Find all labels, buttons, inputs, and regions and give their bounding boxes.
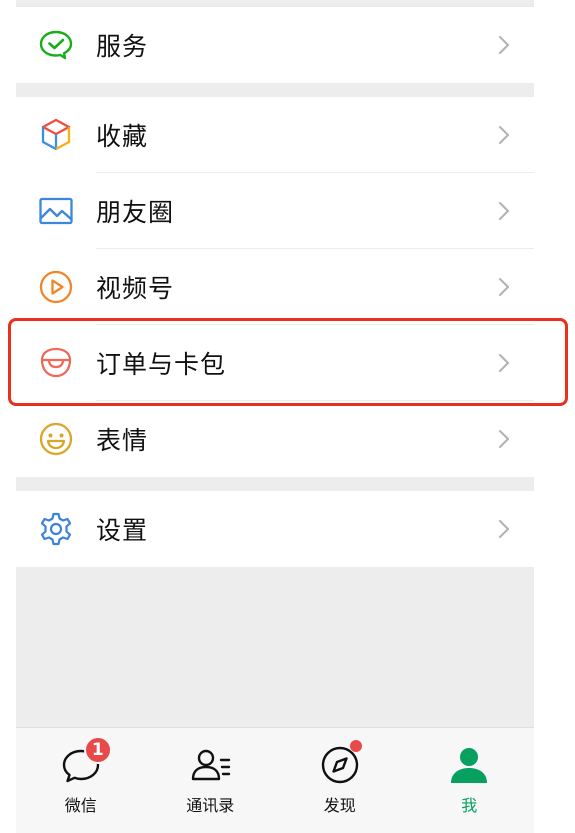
new-content-dot bbox=[349, 740, 362, 752]
me-person-icon bbox=[446, 742, 492, 788]
tab-me[interactable]: 我 bbox=[405, 728, 535, 824]
tab-contacts[interactable]: 通讯录 bbox=[146, 728, 276, 824]
unread-badge: 1 bbox=[83, 736, 112, 764]
menu-item-label: 服务 bbox=[96, 32, 149, 61]
menu-group-main: 收藏 朋友圈 视频号 订单与卡包 表情 bbox=[16, 97, 534, 477]
tab-chats[interactable]: 1 微信 bbox=[16, 728, 146, 824]
menu-item-label: 表情 bbox=[96, 426, 149, 455]
sticker-smile-icon bbox=[38, 421, 74, 457]
bottom-tab-bar: 1 微信 通讯录 发现 我 bbox=[16, 727, 534, 824]
menu-item-label: 朋友圈 bbox=[96, 198, 175, 227]
me-page: 服务 收藏 朋友圈 视频号 订单与卡包 表情 设置 1 微信 通讯录 发现 我 bbox=[16, 0, 534, 833]
chevron-right-icon bbox=[499, 202, 509, 220]
home-indicator-area bbox=[16, 823, 534, 833]
chevron-right-icon bbox=[499, 430, 509, 448]
chevron-right-icon bbox=[499, 354, 509, 372]
discover-compass-icon bbox=[317, 740, 363, 788]
menu-item-label: 设置 bbox=[96, 516, 149, 545]
orders-cards-icon bbox=[38, 345, 74, 381]
menu-item-moments[interactable]: 朋友圈 bbox=[16, 173, 534, 249]
menu-item-services[interactable]: 服务 bbox=[16, 7, 534, 83]
tab-label: 发现 bbox=[323, 796, 356, 815]
menu-item-label: 订单与卡包 bbox=[96, 350, 227, 379]
chevron-right-icon bbox=[499, 36, 509, 54]
moments-picture-icon bbox=[38, 193, 74, 229]
tab-label: 微信 bbox=[64, 796, 97, 815]
menu-item-label: 视频号 bbox=[96, 274, 175, 303]
menu-item-settings[interactable]: 设置 bbox=[16, 491, 534, 567]
tab-label: 我 bbox=[461, 796, 478, 815]
menu-item-orders-cards[interactable]: 订单与卡包 bbox=[16, 325, 534, 401]
chat-bubble-icon: 1 bbox=[58, 736, 112, 788]
chevron-right-icon bbox=[499, 520, 509, 538]
chevron-right-icon bbox=[499, 278, 509, 296]
menu-item-channels[interactable]: 视频号 bbox=[16, 249, 534, 325]
menu-item-label: 收藏 bbox=[96, 122, 149, 151]
screen: 服务 收藏 朋友圈 视频号 订单与卡包 表情 设置 1 微信 通讯录 发现 我 bbox=[0, 0, 575, 833]
settings-gear-icon bbox=[38, 511, 74, 547]
chevron-right-icon bbox=[499, 126, 509, 144]
tab-label: 通讯录 bbox=[186, 796, 235, 815]
menu-item-favorites[interactable]: 收藏 bbox=[16, 97, 534, 173]
favorites-cube-icon bbox=[38, 117, 74, 153]
channels-play-icon bbox=[38, 269, 74, 305]
tab-discover[interactable]: 发现 bbox=[275, 728, 405, 824]
contacts-icon bbox=[187, 742, 233, 788]
menu-group-settings: 设置 bbox=[16, 491, 534, 567]
menu-group-services: 服务 bbox=[16, 7, 534, 83]
menu-item-stickers[interactable]: 表情 bbox=[16, 401, 534, 477]
wechat-pay-service-icon bbox=[38, 27, 74, 63]
